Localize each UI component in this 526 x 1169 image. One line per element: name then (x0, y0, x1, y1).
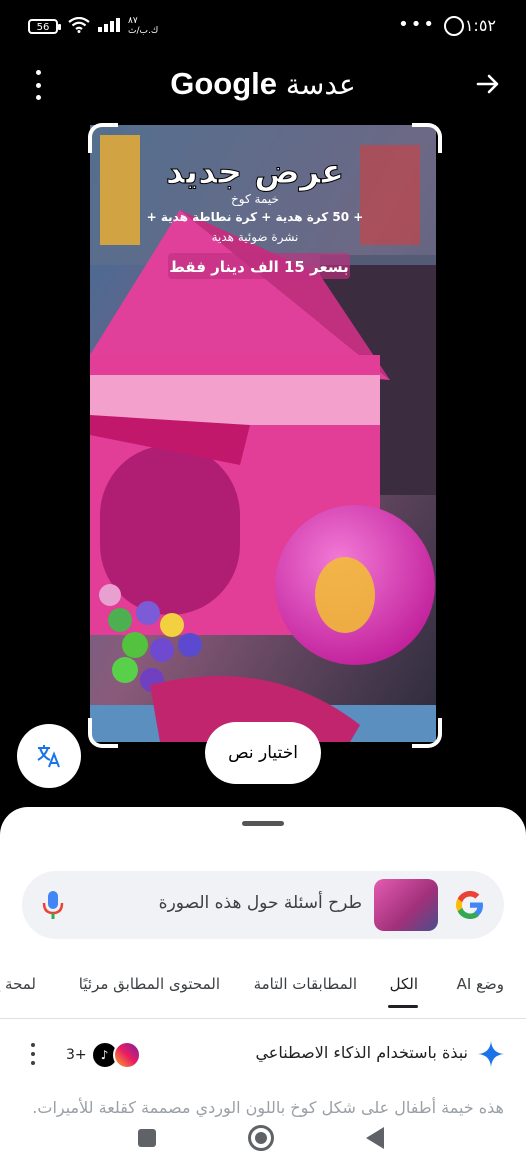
ai-overview-header[interactable]: نبذة باستخدام الذكاء الاصطناعي 3+ ♪ (0, 1035, 526, 1075)
tab-exact-matches[interactable]: المطابقات التامة (254, 975, 357, 993)
overlay-price: بسعر 15 الف دينار فقط (169, 258, 349, 276)
tab-overview[interactable]: لمحة ع (0, 975, 36, 993)
ai-sources[interactable]: 3+ ♪ (66, 1041, 141, 1069)
result-tabs: وضع AI الكل المطابقات التامة المحتوى الم… (0, 967, 526, 1017)
home-icon[interactable] (248, 1125, 274, 1151)
results-sheet: طرح أسئلة حول هذه الصورة وضع AI الكل الم… (0, 807, 526, 1169)
overlay-line1: خيمة كوخ (231, 192, 279, 207)
active-tab-indicator (388, 1005, 418, 1008)
whatsapp-icon (444, 16, 464, 36)
search-image[interactable]: عرض جديد خيمة كوخ + 50 كرة هدية + كرة نط… (90, 125, 436, 742)
search-image-thumbnail[interactable] (374, 879, 438, 931)
tab-visual-matches[interactable]: المحتوى المطابق مرئيًا (79, 975, 220, 993)
wifi-icon (68, 17, 90, 33)
network-speed: ٨٧ ك.ب/ث (128, 16, 158, 36)
crop-handle-bottom-right[interactable] (412, 718, 442, 748)
overlay-line2: + 50 كرة هدية + كرة نطاطة هدية + (147, 210, 364, 224)
sources-count: 3+ (66, 1047, 87, 1063)
tab-all[interactable]: الكل (390, 975, 418, 993)
more-notifications-icon: ••• (398, 14, 436, 35)
translate-button[interactable] (17, 724, 81, 788)
back-icon[interactable] (366, 1127, 384, 1149)
search-box[interactable]: طرح أسئلة حول هذه الصورة (22, 871, 504, 939)
tab-ai-mode[interactable]: وضع AI (457, 975, 504, 993)
arrow-right-icon[interactable] (476, 72, 500, 103)
network-speed-unit: ك.ب/ث (128, 26, 159, 36)
google-logo-icon (456, 891, 483, 919)
system-nav-bar (0, 1109, 526, 1169)
title-word: عدسة (285, 68, 356, 101)
status-bar: 56 ٨٧ ك.ب/ث ••• ١:٥٢ (0, 0, 526, 52)
ai-overview-title: نبذة باستخدام الذكاء الاصطناعي (255, 1043, 468, 1062)
clock: ١:٥٢ (464, 16, 496, 35)
battery-icon: 56 (28, 19, 61, 34)
recents-icon[interactable] (138, 1129, 156, 1147)
page-title: Google عدسة (0, 66, 526, 102)
instagram-icon (112, 1041, 141, 1069)
sheet-drag-handle[interactable] (242, 821, 284, 826)
select-text-button[interactable]: اختيار نص (205, 722, 321, 784)
crop-handle-top-left[interactable] (88, 123, 118, 153)
signal-icon (98, 18, 120, 32)
network-speed-value: ٨٧ (128, 16, 138, 26)
title-brand: Google (170, 66, 277, 101)
mic-icon[interactable] (42, 889, 64, 921)
divider (0, 1018, 526, 1019)
ai-overview-menu-icon[interactable] (30, 1043, 36, 1065)
app-header: Google عدسة (0, 52, 526, 118)
crop-handle-top-right[interactable] (412, 123, 442, 153)
crop-handle-bottom-left[interactable] (88, 718, 118, 748)
translate-icon (37, 745, 60, 768)
battery-level: 56 (36, 22, 50, 33)
search-input[interactable]: طرح أسئلة حول هذه الصورة (159, 893, 362, 913)
overlay-headline: عرض جديد (166, 152, 345, 192)
gemini-sparkle-icon (478, 1041, 504, 1067)
overlay-line3: نشرة ضوئية هدية (212, 230, 299, 245)
